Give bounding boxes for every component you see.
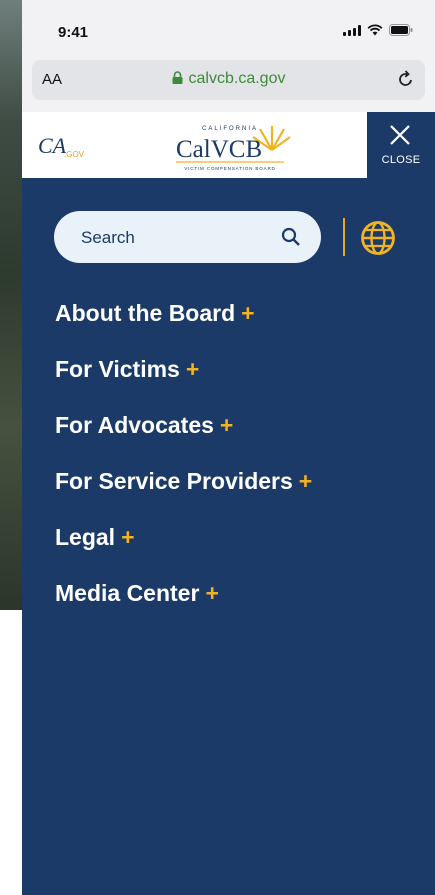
- menu-item-for-advocates[interactable]: For Advocates +: [55, 412, 312, 468]
- menu-item-for-victims[interactable]: For Victims +: [55, 356, 312, 412]
- status-icons: [343, 24, 413, 36]
- expand-icon[interactable]: +: [241, 300, 254, 326]
- url-display[interactable]: calvcb.ca.gov: [32, 70, 425, 89]
- menu-item-for-service-providers[interactable]: For Service Providers +: [55, 468, 312, 524]
- svg-text:.GOV: .GOV: [64, 150, 84, 159]
- close-icon: [389, 124, 411, 151]
- status-time: 9:41: [58, 24, 89, 41]
- menu-item-media-center[interactable]: Media Center +: [55, 580, 312, 636]
- navigation-menu: Search About the Board + For Victims + For…: [22, 178, 435, 895]
- menu-item-label: Legal: [55, 524, 116, 550]
- lock-icon: [172, 71, 183, 89]
- phone-screen: 9:41 AA calvcb.ca.gov CA .GOV CALIFORNIA…: [22, 0, 435, 895]
- expand-icon[interactable]: +: [186, 356, 199, 382]
- close-label: CLOSE: [381, 154, 421, 166]
- expand-icon[interactable]: +: [205, 580, 218, 606]
- url-text: calvcb.ca.gov: [188, 70, 286, 87]
- menu-item-about-the-board[interactable]: About the Board +: [55, 300, 312, 356]
- logo-name-text: CalVCB: [176, 136, 262, 163]
- search-input[interactable]: Search: [54, 211, 321, 263]
- expand-icon[interactable]: +: [299, 468, 312, 494]
- menu-item-label: Media Center: [55, 580, 200, 606]
- menu-item-label: For Victims: [55, 356, 180, 382]
- menu-item-legal[interactable]: Legal +: [55, 524, 312, 580]
- reload-icon[interactable]: [397, 69, 415, 94]
- status-bar: 9:41: [22, 10, 435, 54]
- background-page: [0, 610, 22, 895]
- menu-item-label: For Advocates: [55, 412, 214, 438]
- menu-item-label: For Service Providers: [55, 468, 293, 494]
- close-menu-button[interactable]: CLOSE: [367, 112, 435, 178]
- expand-icon[interactable]: +: [220, 412, 233, 438]
- search-icon[interactable]: [281, 227, 301, 252]
- svg-text:CA: CA: [38, 133, 67, 158]
- logo-subtitle-text: VICTIM COMPENSATION BOARD: [184, 166, 275, 171]
- search-placeholder: Search: [81, 228, 135, 247]
- globe-icon[interactable]: [360, 220, 396, 261]
- background-photo: [0, 0, 22, 610]
- logo-top-text: CALIFORNIA: [202, 126, 258, 132]
- search-divider: [343, 218, 345, 256]
- ca-gov-logo[interactable]: CA .GOV: [38, 132, 85, 165]
- main-menu: About the Board + For Victims + For Advoca…: [55, 300, 312, 636]
- browser-address-bar[interactable]: AA calvcb.ca.gov: [32, 60, 425, 100]
- signal-icon: [343, 24, 361, 36]
- battery-icon: [389, 24, 413, 36]
- menu-item-label: About the Board: [55, 300, 236, 326]
- expand-icon[interactable]: +: [121, 524, 134, 550]
- wifi-icon: [367, 24, 383, 36]
- calvcb-logo[interactable]: CALIFORNIA CalVCB VICTIM COMPENSATION BO…: [168, 120, 292, 177]
